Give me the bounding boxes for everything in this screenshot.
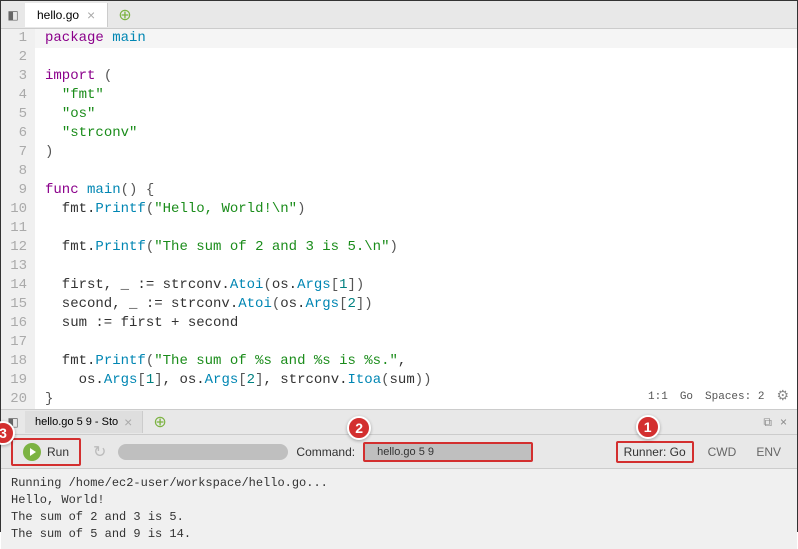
callout-2: 2 [347, 416, 371, 440]
runner-tab[interactable]: hello.go 5 9 - Sto × [25, 411, 143, 433]
language-mode[interactable]: Go [680, 388, 693, 407]
runner-toolbar: 3 Run ↻ Command: 2 1 Runner: Go CWD ENV [1, 435, 797, 469]
command-label: Command: [296, 445, 355, 459]
close-icon[interactable]: × [87, 7, 95, 23]
tab-label: hello.go [37, 8, 79, 22]
gear-icon[interactable]: ⚙ [776, 388, 789, 407]
indent-setting[interactable]: Spaces: 2 [705, 388, 764, 407]
add-tab-icon[interactable]: ⊕ [143, 412, 176, 432]
runner-tab-bar: ◧ hello.go 5 9 - Sto × ⊕ ⧉ × [1, 409, 797, 435]
tab-list-icon[interactable]: ◧ [1, 8, 25, 22]
editor-tab[interactable]: hello.go × [25, 3, 108, 27]
reload-icon[interactable]: ↻ [89, 442, 110, 462]
editor-status-bar: 1:1 Go Spaces: 2 ⚙ [640, 386, 797, 409]
cwd-button[interactable]: CWD [702, 445, 743, 459]
close-icon[interactable]: × [124, 414, 132, 430]
command-input[interactable] [363, 442, 533, 462]
terminal-output[interactable]: Running /home/ec2-user/workspace/hello.g… [1, 469, 797, 549]
env-button[interactable]: ENV [750, 445, 787, 459]
play-icon [23, 443, 41, 461]
code-content[interactable]: package mainimport ( "fmt" "os" "strconv… [35, 29, 797, 409]
close-panel-icon[interactable]: × [780, 415, 787, 430]
code-editor[interactable]: 1234567891011121314151617181920 package … [1, 29, 797, 409]
progress-bar [118, 444, 288, 460]
editor-tab-bar: ◧ hello.go × ⊕ [1, 1, 797, 29]
run-button-label: Run [47, 445, 69, 459]
cursor-position: 1:1 [648, 388, 668, 407]
run-button[interactable]: Run [11, 438, 81, 466]
detach-icon[interactable]: ⧉ [763, 415, 772, 430]
add-tab-icon[interactable]: ⊕ [108, 5, 141, 25]
runner-tab-label: hello.go 5 9 - Sto [35, 416, 118, 428]
runner-selector[interactable]: Runner: Go [616, 441, 694, 463]
line-gutter: 1234567891011121314151617181920 [1, 29, 35, 409]
callout-1: 1 [636, 415, 660, 439]
